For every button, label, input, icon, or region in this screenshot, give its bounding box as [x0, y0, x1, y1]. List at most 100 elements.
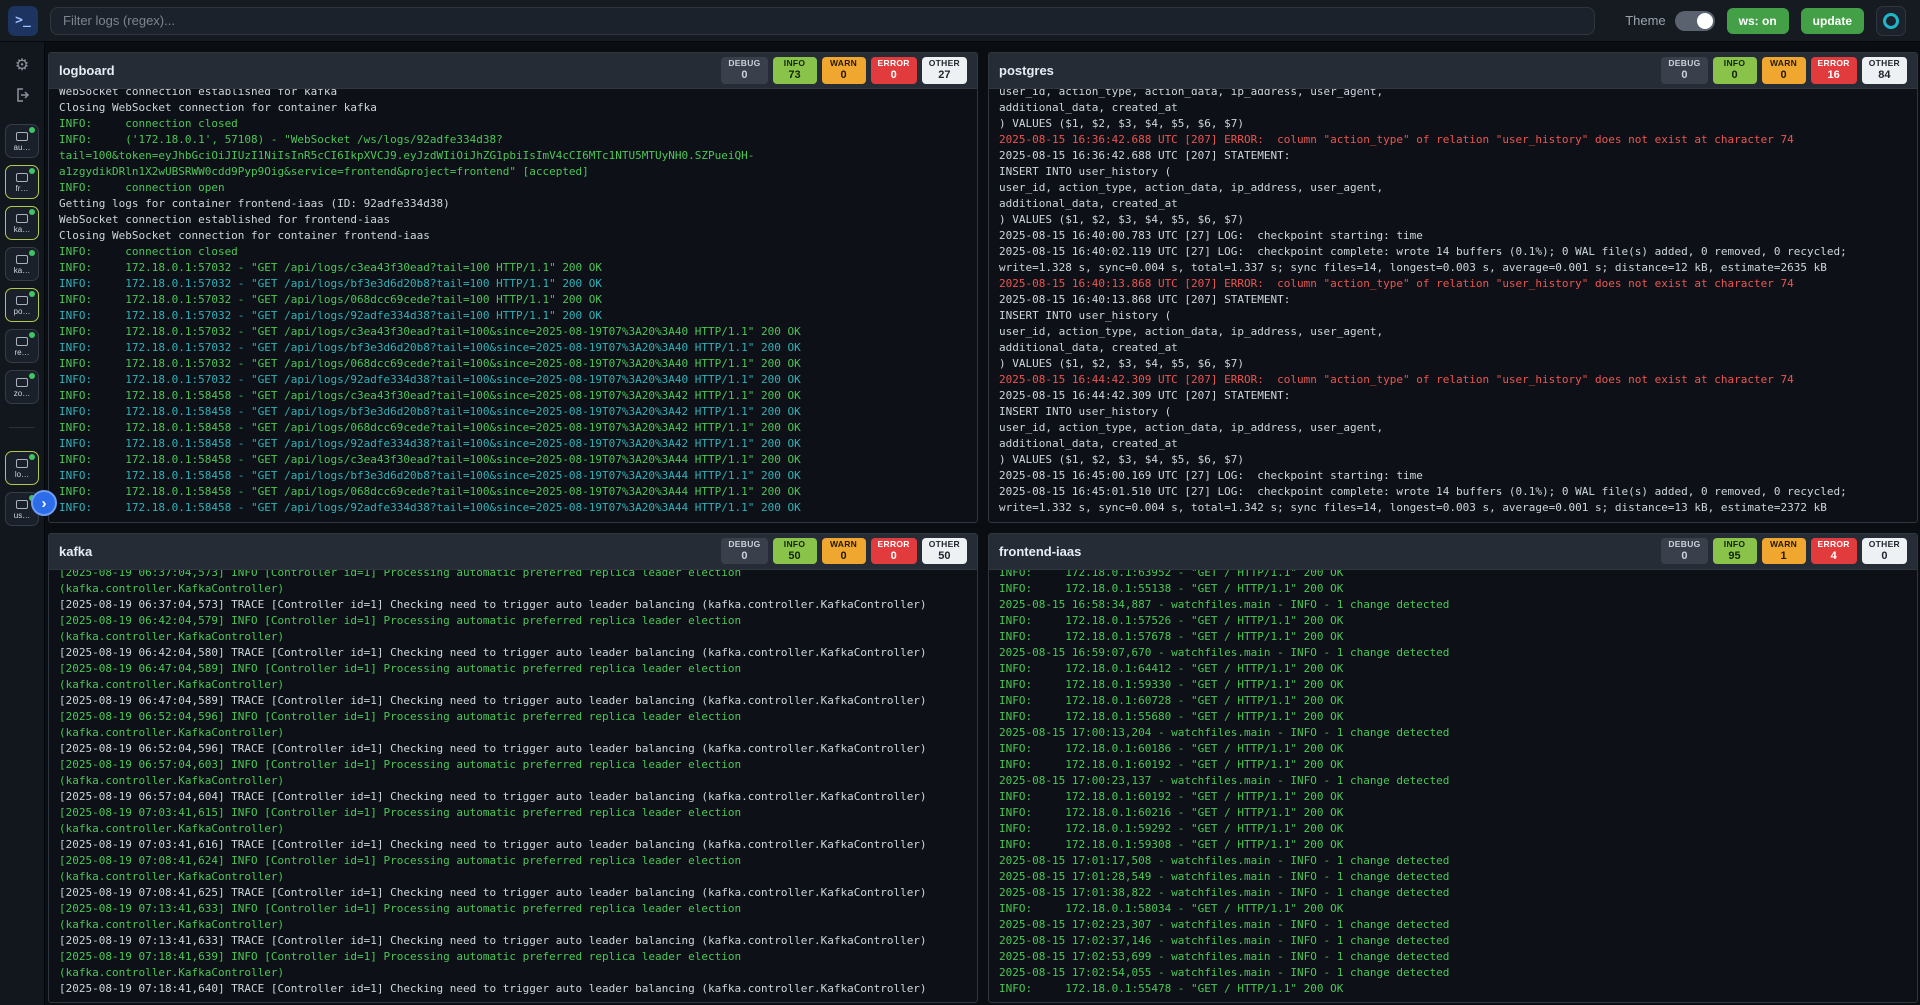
- badge-label: WARN: [830, 59, 857, 69]
- badge-label: OTHER: [929, 59, 960, 69]
- badge-error[interactable]: ERROR0: [871, 538, 917, 564]
- log-line: (kafka.controller.KafkaController): [59, 629, 967, 645]
- log-line: INFO: 172.18.0.1:60186 - "GET / HTTP/1.1…: [999, 741, 1907, 757]
- badge-label: INFO: [784, 59, 806, 69]
- log-line: INFO: 172.18.0.1:57032 - "GET /api/logs/…: [59, 356, 967, 372]
- panel-header-frontend-iaas[interactable]: frontend-iaas DEBUG0INFO95WARN1ERROR4OTHE…: [989, 534, 1917, 570]
- panel-title: frontend-iaas: [999, 544, 1081, 559]
- panel-header-logboard[interactable]: logboard DEBUG0INFO73WARN0ERROR0OTHER27: [49, 53, 977, 89]
- logout-icon: [14, 87, 30, 103]
- log-line: [2025-08-19 07:18:41,639] INFO [Controll…: [59, 949, 967, 965]
- log-line: 2025-08-15 17:02:53,699 - watchfiles.mai…: [999, 949, 1907, 965]
- log-line: INFO: connection closed: [59, 116, 967, 132]
- badge-label: ERROR: [1818, 540, 1850, 550]
- sidebar-item-au-0[interactable]: au…: [5, 124, 39, 158]
- badge-debug[interactable]: DEBUG0: [721, 57, 767, 83]
- badge-other[interactable]: OTHER50: [922, 538, 967, 564]
- badge-info[interactable]: INFO73: [773, 57, 817, 83]
- update-button[interactable]: update: [1801, 8, 1864, 34]
- status-ring-button[interactable]: [1876, 6, 1906, 36]
- badge-label: OTHER: [1869, 59, 1900, 69]
- log-line: additional_data, created_at: [999, 100, 1907, 116]
- badge-warn[interactable]: WARN0: [822, 538, 866, 564]
- log-line: 2025-08-15 17:01:17,508 - watchfiles.mai…: [999, 853, 1907, 869]
- settings-button[interactable]: ⚙: [8, 52, 36, 78]
- log-line: 2025-08-15 16:45:01.510 UTC [27] LOG: ch…: [999, 484, 1907, 500]
- badge-label: DEBUG: [728, 59, 760, 69]
- badge-count: 0: [1881, 550, 1887, 563]
- badge-other[interactable]: OTHER84: [1862, 57, 1907, 83]
- badge-label: INFO: [1724, 59, 1746, 69]
- sidebar-item-lo-7[interactable]: lo…: [5, 451, 39, 485]
- websocket-toggle-button[interactable]: ws: on: [1727, 8, 1789, 34]
- level-badges: DEBUG0INFO95WARN1ERROR4OTHER0: [1661, 538, 1907, 564]
- sidebar-item-re-5[interactable]: re…: [5, 329, 39, 363]
- badge-count: 84: [1878, 69, 1890, 82]
- log-line: user_id, action_type, action_data, ip_ad…: [999, 89, 1907, 100]
- panel-title: logboard: [59, 63, 115, 78]
- log-line: INFO: 172.18.0.1:58458 - "GET /api/logs/…: [59, 468, 967, 484]
- log-line: INFO: 172.18.0.1:55138 - "GET / HTTP/1.1…: [999, 581, 1907, 597]
- sidebar-item-zo-6[interactable]: zo…: [5, 370, 39, 404]
- log-line: 2025-08-15 16:58:34,887 - watchfiles.mai…: [999, 597, 1907, 613]
- sidebar-item-po-4[interactable]: po…: [5, 288, 39, 322]
- badge-warn[interactable]: WARN1: [1762, 538, 1806, 564]
- sidebar-item-ka-3[interactable]: ka…: [5, 247, 39, 281]
- badge-warn[interactable]: WARN0: [822, 57, 866, 83]
- log-line: user_id, action_type, action_data, ip_ad…: [999, 420, 1907, 436]
- log-line: [2025-08-19 06:52:04,596] INFO [Controll…: [59, 709, 967, 725]
- badge-other[interactable]: OTHER0: [1862, 538, 1907, 564]
- badge-count: 0: [1731, 69, 1737, 82]
- theme-toggle[interactable]: [1675, 11, 1715, 31]
- log-line: Closing WebSocket connection for contain…: [59, 100, 967, 116]
- log-line: ) VALUES ($1, $2, $3, $4, $5, $6, $7): [999, 116, 1907, 132]
- log-line: INFO: 172.18.0.1:57526 - "GET / HTTP/1.1…: [999, 613, 1907, 629]
- log-line: INFO: 172.18.0.1:58034 - "GET / HTTP/1.1…: [999, 901, 1907, 917]
- badge-info[interactable]: INFO50: [773, 538, 817, 564]
- filter-logs-input[interactable]: [50, 7, 1595, 35]
- badge-label: OTHER: [929, 540, 960, 550]
- log-line: (kafka.controller.KafkaController): [59, 917, 967, 933]
- badge-debug[interactable]: DEBUG0: [721, 538, 767, 564]
- log-output-frontend-iaas[interactable]: INFO: 172.18.0.1:63952 - "GET / HTTP/1.1…: [989, 570, 1917, 1003]
- log-line: user_id, action_type, action_data, ip_ad…: [999, 180, 1907, 196]
- sidebar-item-label: re…: [14, 348, 29, 357]
- log-output-postgres[interactable]: user_id, action_type, action_data, ip_ad…: [989, 89, 1917, 522]
- log-line: INFO: 172.18.0.1:57032 - "GET /api/logs/…: [59, 308, 967, 324]
- badge-error[interactable]: ERROR4: [1811, 538, 1857, 564]
- badge-label: ERROR: [878, 59, 910, 69]
- sidebar-item-fr-1[interactable]: fr…: [5, 165, 39, 199]
- badge-error[interactable]: ERROR0: [871, 57, 917, 83]
- badge-debug[interactable]: DEBUG0: [1661, 57, 1707, 83]
- logout-button[interactable]: [8, 82, 36, 108]
- log-line: INFO: 172.18.0.1:58458 - "GET /api/logs/…: [59, 484, 967, 500]
- log-line: [2025-08-19 06:37:04,573] INFO [Controll…: [59, 570, 967, 581]
- log-line: [2025-08-19 06:57:04,604] TRACE [Control…: [59, 789, 967, 805]
- badge-info[interactable]: INFO0: [1713, 57, 1757, 83]
- sidebar-item-ka-2[interactable]: ka…: [5, 206, 39, 240]
- container-icon: [16, 132, 28, 141]
- panel-header-kafka[interactable]: kafkaDEBUG0INFO50WARN0ERROR0OTHER50: [49, 534, 977, 570]
- sidebar-divider: [9, 427, 35, 428]
- log-output-kafka[interactable]: [2025-08-19 06:37:04,573] INFO [Controll…: [49, 570, 977, 1003]
- container-icon: [16, 337, 28, 346]
- log-line: write=1.332 s, sync=0.004 s, total=1.342…: [999, 500, 1907, 516]
- sidebar-item-label: au…: [14, 143, 31, 152]
- log-line: INFO: ('172.18.0.1', 57108) - "WebSocket…: [59, 132, 967, 148]
- badge-other[interactable]: OTHER27: [922, 57, 967, 83]
- status-dot: [29, 373, 35, 379]
- log-line: [2025-08-19 07:08:41,624] INFO [Controll…: [59, 853, 967, 869]
- log-line: ) VALUES ($1, $2, $3, $4, $5, $6, $7): [999, 356, 1907, 372]
- badge-debug[interactable]: DEBUG0: [1661, 538, 1707, 564]
- badge-info[interactable]: INFO95: [1713, 538, 1757, 564]
- log-line: INFO: 172.18.0.1:57032 - "GET /api/logs/…: [59, 324, 967, 340]
- panel-header-postgres[interactable]: postgresDEBUG0INFO0WARN0ERROR16OTHER84: [989, 53, 1917, 89]
- badge-warn[interactable]: WARN0: [1762, 57, 1806, 83]
- log-output-logboard[interactable]: WebSocket connection established for kaf…: [49, 89, 977, 522]
- badge-error[interactable]: ERROR16: [1811, 57, 1857, 83]
- badge-count: 0: [1780, 69, 1786, 82]
- app-logo-terminal-icon: >_: [8, 6, 38, 36]
- expand-sidebar-button[interactable]: ›: [31, 490, 57, 516]
- level-badges: DEBUG0INFO0WARN0ERROR16OTHER84: [1661, 57, 1907, 83]
- log-line: ) VALUES ($1, $2, $3, $4, $5, $6, $7): [999, 212, 1907, 228]
